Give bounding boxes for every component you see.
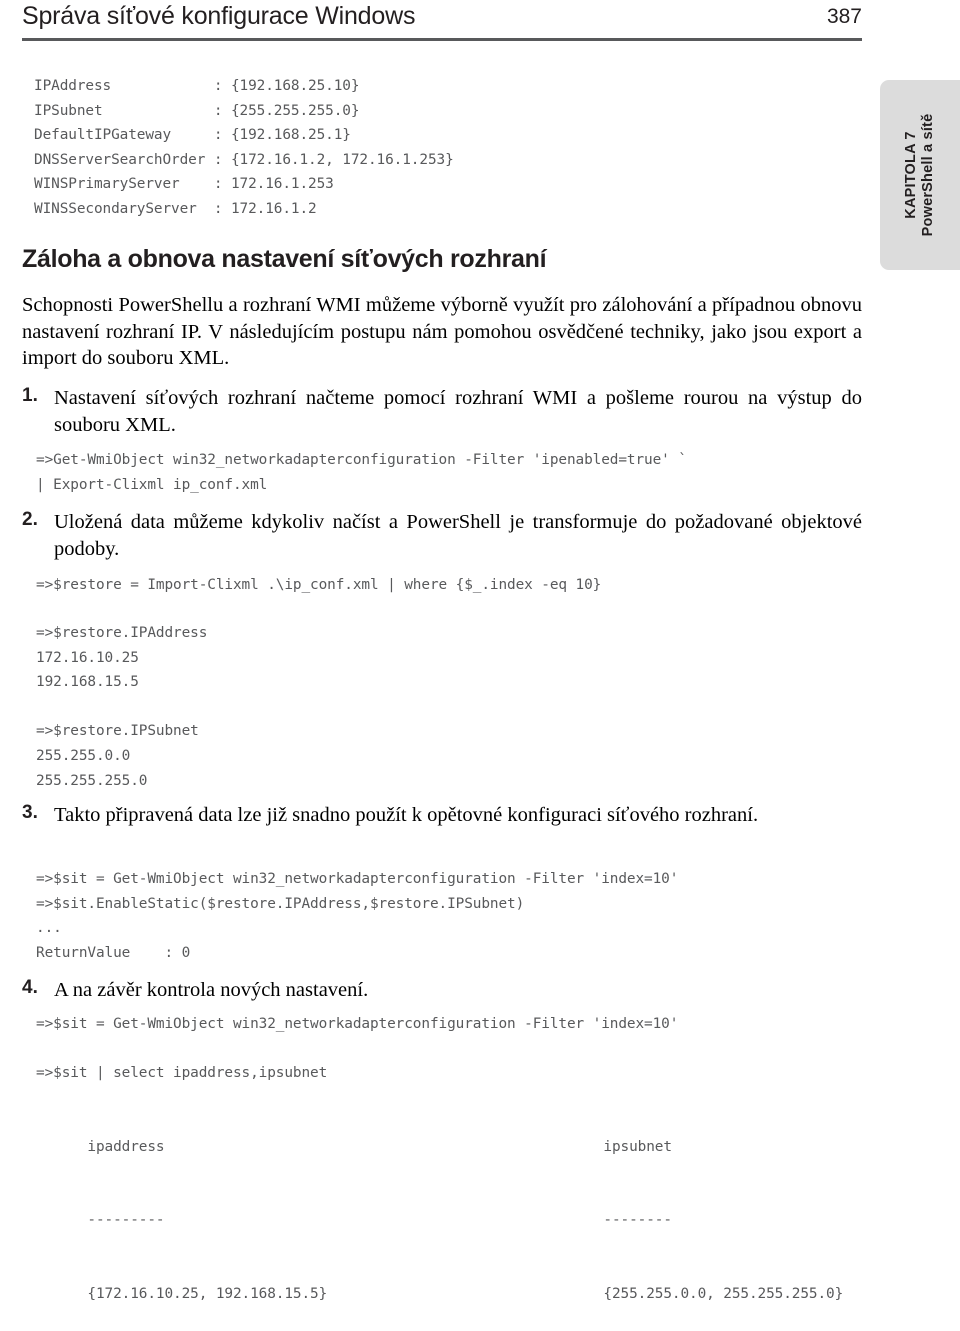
column-header-ipsubnet: ipsubnet [603,1138,672,1155]
step-text-1: Nastavení síťových rozhraní načteme pomo… [54,387,862,436]
console-output-step-2: =>$restore.IPAddress 172.16.10.25 192.16… [36,625,208,789]
step-item-1: 1. Nastavení síťových rozhraní načteme p… [22,385,862,438]
page-number: 387 [826,5,862,28]
step-text-2: Uložená data můžeme kdykoliv načíst a Po… [54,511,862,560]
step-number-1: 1. [22,385,38,406]
code-block-step-1: =>Get-WmiObject win32_networkadapterconf… [36,452,687,493]
step-text-3: Takto připravená data lze již snadno pou… [54,804,759,826]
code-block-step-4-select: =>$sit | select ipaddress,ipsubnet [36,1065,328,1081]
table-row: {172.16.10.25, 192.168.15.5} {255.255.0.0… [36,1258,916,1331]
header-divider [22,38,862,41]
section-heading: Záloha a obnova nastavení síťových rozhr… [22,245,547,273]
step-item-3: 3. Takto připravená data lze již snadno … [22,802,862,829]
cell-ipsubnet-value: {255.255.0.0, 255.255.255.0} [603,1286,844,1303]
step-number-4: 4. [22,977,38,998]
page-title: Správa síťové konfigurace Windows [22,2,416,30]
step-number-3: 3. [22,802,38,823]
column-header-ipaddress: ipaddress [87,1138,165,1155]
step-item-2: 2. Uložená data můžeme kdykoliv načíst a… [22,509,862,562]
code-block-step-4: =>$sit = Get-WmiObject win32_networkadap… [36,1016,679,1032]
chapter-tab-label: KAPITOLA 7 PowerShell a sítě [903,114,937,237]
column-rule-ipaddress: --------- [87,1212,165,1229]
chapter-tab-line-1: KAPITOLA 7 [903,131,919,219]
code-block-step-2: =>$restore = Import-Clixml .\ip_conf.xml… [36,577,602,593]
section-intro-paragraph: Schopnosti PowerShellu a rozhraní WMI mů… [22,294,862,369]
column-rule-ipsubnet: -------- [603,1212,672,1229]
chapter-thumb-tab: KAPITOLA 7 PowerShell a sítě [880,80,960,270]
cell-ipaddress-value: {172.16.10.25, 192.168.15.5} [87,1286,328,1303]
step-number-2: 2. [22,509,38,530]
console-output-top: IPAddress : {192.168.25.10} IPSubnet : {… [34,78,454,217]
step-item-4: 4. A na závěr kontrola nových nastavení. [22,977,862,1004]
console-result-table: ipaddress ipsubnet --------- -------- {172… [36,1110,916,1331]
step-text-4: A na závěr kontrola nových nastavení. [54,979,369,1001]
chapter-tab-line-2: PowerShell a sítě [920,113,936,237]
code-block-step-3: =>$sit = Get-WmiObject win32_networkadap… [36,871,679,961]
table-row-header: ipaddress ipsubnet [36,1110,916,1184]
table-row-rule: --------- -------- [36,1184,916,1258]
